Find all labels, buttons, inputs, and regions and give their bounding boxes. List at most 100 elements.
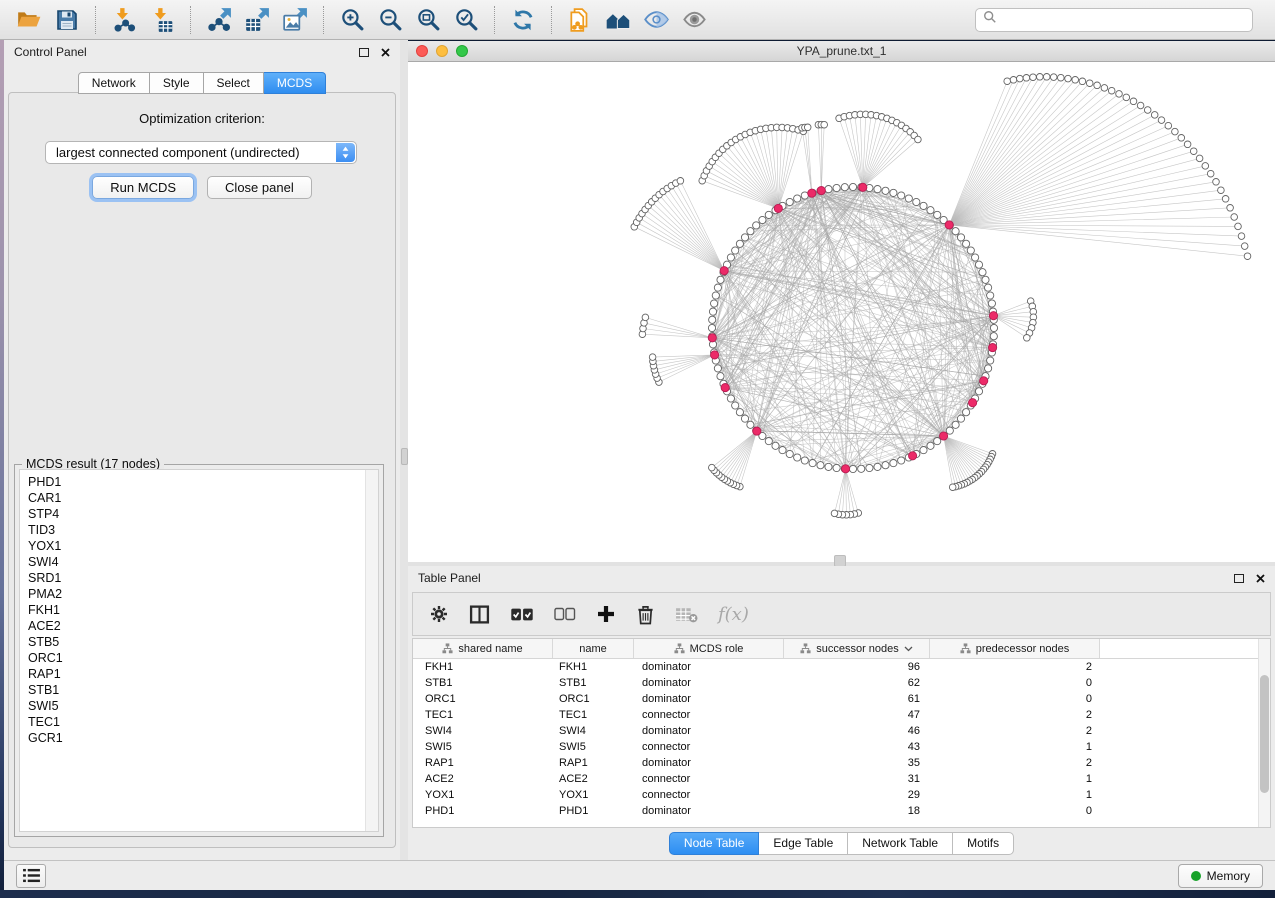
unselect-all-icon[interactable] — [554, 607, 576, 621]
close-panel-button[interactable]: Close panel — [207, 176, 312, 199]
import-network-icon[interactable] — [105, 4, 143, 36]
column-header-shared-name[interactable]: shared name — [413, 639, 553, 658]
column-header-predecessor-nodes[interactable]: predecessor nodes — [930, 639, 1100, 658]
table-panel-titlebar: Table Panel — [408, 566, 1275, 590]
control-panel-tabs: NetworkStyleSelectMCDS — [4, 72, 400, 94]
table-row[interactable]: YOX1YOX1connector291 — [413, 787, 1270, 803]
table-row[interactable]: ACE2ACE2connector311 — [413, 771, 1270, 787]
table-row[interactable]: FKH1FKH1dominator962 — [413, 659, 1270, 675]
criterion-select[interactable]: largest connected component (undirected) — [45, 141, 357, 164]
table-row[interactable]: RAP1RAP1dominator352 — [413, 755, 1270, 771]
tab-node-table[interactable]: Node Table — [669, 832, 760, 855]
tab-network-table[interactable]: Network Table — [848, 832, 953, 855]
network-canvas[interactable] — [408, 62, 1275, 562]
result-list-item[interactable]: PHD1 — [28, 474, 378, 490]
mcds-tab-pane: Optimization criterion: largest connecte… — [8, 92, 396, 848]
table-cell: STB1 — [413, 677, 553, 689]
tab-mcds[interactable]: MCDS — [264, 72, 326, 94]
splitter-grip[interactable] — [401, 448, 408, 465]
export-image-icon[interactable] — [276, 4, 314, 36]
result-list-item[interactable]: PMA2 — [28, 586, 378, 602]
vertical-splitter[interactable] — [400, 40, 408, 860]
result-list-item[interactable]: ORC1 — [28, 650, 378, 666]
table-scrollbar-thumb[interactable] — [1260, 675, 1269, 793]
tab-select[interactable]: Select — [204, 72, 264, 94]
table-cell: STB1 — [553, 677, 634, 689]
table-cell: RAP1 — [413, 757, 553, 769]
result-list-item[interactable]: STB5 — [28, 634, 378, 650]
table-body: FKH1FKH1dominator962STB1STB1dominator620… — [413, 659, 1270, 819]
zoom-in-icon[interactable] — [333, 4, 371, 36]
import-table-icon[interactable] — [143, 4, 181, 36]
table-row[interactable]: ORC1ORC1dominator610 — [413, 691, 1270, 707]
settings-gear-icon[interactable] — [429, 604, 449, 624]
close-panel-icon[interactable] — [381, 48, 390, 57]
result-list-item[interactable]: SRD1 — [28, 570, 378, 586]
export-table-icon[interactable] — [238, 4, 276, 36]
result-list-item[interactable]: TID3 — [28, 522, 378, 538]
tab-motifs[interactable]: Motifs — [953, 832, 1014, 855]
hide-eye-icon[interactable] — [637, 4, 675, 36]
toolbar-icon-group — [10, 4, 713, 36]
result-list-item[interactable]: STB1 — [28, 682, 378, 698]
zoom-selected-icon[interactable] — [447, 4, 485, 36]
table-cell: 1 — [930, 741, 1100, 753]
result-list-item[interactable]: RAP1 — [28, 666, 378, 682]
column-header-MCDS-role[interactable]: MCDS role — [634, 639, 784, 658]
table-cell: 2 — [930, 757, 1100, 769]
result-list-item[interactable]: CAR1 — [28, 490, 378, 506]
open-session-icon[interactable] — [10, 4, 48, 36]
home-networks-icon[interactable] — [599, 4, 637, 36]
column-header-name[interactable]: name — [553, 639, 634, 658]
table-row[interactable]: STB1STB1dominator620 — [413, 675, 1270, 691]
table-row[interactable]: PHD1PHD1dominator180 — [413, 803, 1270, 819]
close-table-panel-icon[interactable] — [1256, 574, 1265, 583]
result-list-scrollbar[interactable] — [365, 470, 378, 831]
delete-column-icon[interactable] — [636, 604, 655, 625]
table-header-row: shared namenameMCDS rolesuccessor nodesp… — [413, 639, 1270, 659]
float-table-panel-icon[interactable] — [1234, 574, 1244, 583]
show-columns-icon[interactable] — [469, 604, 490, 625]
table-cell: dominator — [634, 677, 784, 689]
add-column-icon[interactable] — [596, 604, 616, 624]
zoom-fit-icon[interactable] — [409, 4, 447, 36]
table-panel: Table Panel f(x) shared namenameMCDS rol… — [408, 566, 1275, 860]
panel-list-button[interactable] — [16, 864, 46, 888]
tab-edge-table[interactable]: Edge Table — [759, 832, 848, 855]
tab-network[interactable]: Network — [78, 72, 150, 94]
save-session-icon[interactable] — [48, 4, 86, 36]
table-row[interactable]: SWI4SWI4dominator462 — [413, 723, 1270, 739]
table-cell: TEC1 — [413, 709, 553, 721]
table-cell: 0 — [930, 805, 1100, 817]
float-panel-icon[interactable] — [359, 48, 369, 57]
table-cell: 35 — [784, 757, 930, 769]
table-scrollbar[interactable] — [1258, 639, 1270, 827]
table-panel-title: Table Panel — [418, 571, 481, 585]
table-cell: 62 — [784, 677, 930, 689]
result-list-item[interactable]: STP4 — [28, 506, 378, 522]
table-row[interactable]: SWI5SWI5connector431 — [413, 739, 1270, 755]
search-box[interactable] — [975, 8, 1253, 32]
table-row[interactable]: TEC1TEC1connector472 — [413, 707, 1270, 723]
result-list-item[interactable]: SWI4 — [28, 554, 378, 570]
preview-eye-icon[interactable] — [675, 4, 713, 36]
result-list-item[interactable]: SWI5 — [28, 698, 378, 714]
table-cell: dominator — [634, 805, 784, 817]
result-list-item[interactable]: ACE2 — [28, 618, 378, 634]
result-list-item[interactable]: FKH1 — [28, 602, 378, 618]
result-list-item[interactable]: YOX1 — [28, 538, 378, 554]
result-list-item[interactable]: TEC1 — [28, 714, 378, 730]
tab-style[interactable]: Style — [150, 72, 204, 94]
toolbar-separator — [551, 6, 552, 34]
result-list-item[interactable]: GCR1 — [28, 730, 378, 746]
export-network-icon[interactable] — [200, 4, 238, 36]
mcds-document-icon[interactable] — [561, 4, 599, 36]
refresh-layout-icon[interactable] — [504, 4, 542, 36]
run-mcds-button[interactable]: Run MCDS — [92, 176, 194, 199]
search-input[interactable] — [1002, 12, 1245, 28]
table-cell: 2 — [930, 725, 1100, 737]
column-header-successor-nodes[interactable]: successor nodes — [784, 639, 930, 658]
zoom-out-icon[interactable] — [371, 4, 409, 36]
memory-button[interactable]: Memory — [1178, 864, 1263, 888]
select-all-checked-icon[interactable] — [510, 607, 534, 622]
